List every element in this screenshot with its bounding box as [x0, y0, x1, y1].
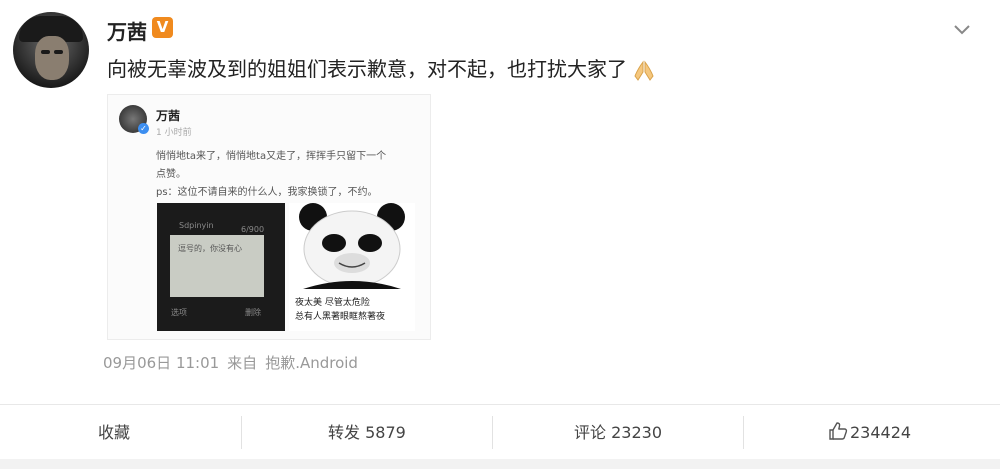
embedded-phone-photo: Sdpinyin 6/900 逗号的，你没有心 选项 删除	[157, 203, 285, 331]
comment-count: 23230	[611, 423, 663, 442]
favorite-button[interactable]: 收藏	[98, 406, 130, 459]
post-image[interactable]: ✓ 万茜 1 小时前 悄悄地ta来了，悄悄地ta又走了，挥挥手只留下一个 点赞。…	[107, 94, 431, 340]
panda-face-icon	[299, 203, 405, 289]
embedded-author: 万茜	[156, 109, 181, 123]
repost-count: 5879	[365, 423, 406, 442]
post-text: 向被无辜波及到的姐姐们表示歉意，对不起，也打扰大家了	[107, 53, 657, 82]
author-avatar[interactable]	[13, 12, 89, 88]
chevron-down-icon[interactable]	[952, 20, 972, 40]
phone-count: 6/900	[241, 225, 265, 234]
panda-caption-1: 夜太美 尽管太危险	[295, 298, 370, 308]
phone-right-key: 删除	[245, 308, 261, 317]
phone-brand: Sdpinyin	[179, 221, 214, 230]
like-button[interactable]: 234424	[828, 406, 911, 459]
author-name[interactable]: 万茜	[107, 16, 147, 45]
phone-left-key: 选项	[171, 308, 187, 317]
embedded-text-line2: 点赞。	[156, 169, 186, 180]
post-timestamp: 09月06日 11:01	[103, 354, 220, 372]
verified-check-icon: ✓	[138, 123, 149, 134]
repost-label: 转发	[328, 423, 361, 442]
divider	[0, 404, 1000, 405]
embedded-time: 1 小时前	[156, 128, 192, 138]
thumbs-up-icon	[829, 422, 848, 440]
phone-text: 逗号的，你没有心	[178, 244, 242, 253]
action-bar: 收藏 转发 5879 评论 23230 234424	[0, 406, 1000, 459]
comment-label: 评论	[574, 423, 607, 442]
like-count: 234424	[850, 423, 912, 442]
post-meta: 09月06日 11:01 来自 抱歉.Android	[103, 352, 366, 373]
embedded-text-line3: ps：这位不请自来的什么人，我家换锁了，不约。	[156, 187, 378, 198]
embedded-text-line1: 悄悄地ta来了，悄悄地ta又走了，挥挥手只留下一个	[156, 151, 387, 162]
folded-hands-icon	[634, 59, 654, 81]
embedded-panda-meme: 夜太美 尽管太危险 总有人黑著眼眶熬著夜	[289, 203, 415, 331]
comment-button[interactable]: 评论 23230	[574, 406, 662, 459]
favorite-label: 收藏	[98, 423, 131, 442]
panda-caption-2: 总有人黑著眼眶熬著夜	[295, 312, 386, 322]
repost-button[interactable]: 转发 5879	[328, 406, 406, 459]
verified-badge-icon: V	[152, 17, 173, 38]
post-source[interactable]: 抱歉.Android	[265, 354, 358, 372]
source-prefix: 来自	[227, 354, 258, 372]
post-body: 向被无辜波及到的姐姐们表示歉意，对不起，也打扰大家了	[107, 57, 627, 81]
bottom-spacer	[0, 459, 1000, 469]
